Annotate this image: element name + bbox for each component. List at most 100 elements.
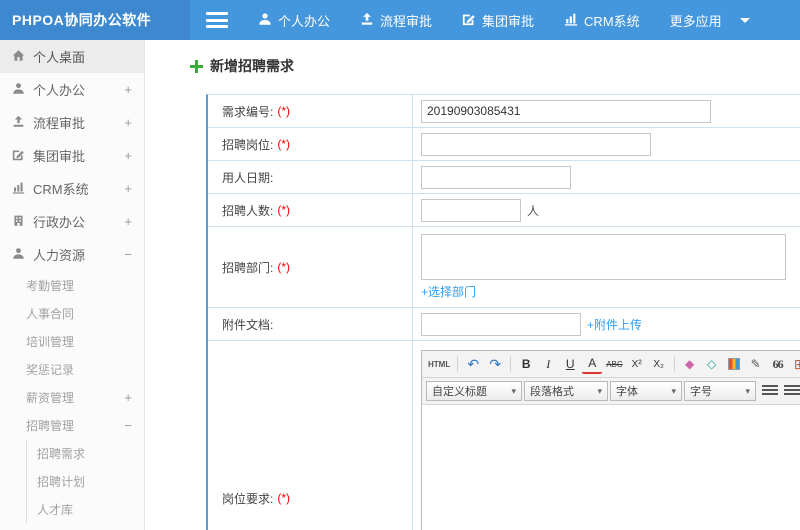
add-icon (190, 59, 203, 73)
sidebar-item-crm-system[interactable]: CRM系统 + (0, 172, 144, 205)
form-row-position: 招聘岗位: (*) (208, 128, 800, 161)
font-size-select[interactable]: 字号 (684, 381, 756, 401)
subitem-label: 考勤管理 (26, 278, 75, 293)
sidebar-subitem-recruitment[interactable]: 招聘管理 − (0, 411, 144, 439)
html-source-button[interactable]: HTML (426, 354, 452, 374)
insert-table-button[interactable]: ⊞ (790, 354, 800, 374)
subscript-button[interactable]: X₂ (649, 354, 669, 374)
expand-toggle[interactable]: + (124, 390, 132, 405)
field-label: 招聘人数: (*) (208, 194, 413, 226)
sidebar-subitem-attendance[interactable]: 考勤管理 (0, 271, 144, 299)
field-label: 附件文档: (208, 308, 413, 340)
blockquote-button[interactable]: 66 (768, 354, 788, 374)
nav-label: 更多应用 (669, 13, 722, 29)
sidebar-item-personal-office[interactable]: 个人办公 + (0, 73, 144, 106)
format-brush-button[interactable]: ◇ (702, 354, 722, 374)
chevron-down-icon (739, 17, 750, 23)
top-header: PHPOA协同办公软件 个人办公 流程审批 集团审批 CRM系统 更多应用 (0, 0, 800, 40)
subitem-label: 招聘需求 (37, 446, 86, 461)
sidebar: 个人桌面 个人办公 + 流程审批 + 集团审批 + CRM系统 + 行政办公 +… (0, 40, 145, 530)
nav-workflow-approval[interactable]: 流程审批 (360, 11, 432, 30)
font-family-select[interactable]: 字体 (610, 381, 682, 401)
editor-toolbar-row2: 自定义标题 段落格式 字体 字号 (422, 378, 800, 405)
attachment-upload-link[interactable]: +附件上传 (587, 316, 642, 333)
subitem-label: 人才库 (37, 502, 74, 517)
italic-button[interactable]: I (538, 354, 558, 374)
nav-crm-system[interactable]: CRM系统 (564, 11, 640, 30)
editor-toolbar-row1: HTML ↶ ↷ B I U A ABC X² X₂ ◆ ◇ ✎ 66 ⊞ (422, 351, 800, 378)
superscript-button[interactable]: X² (627, 354, 647, 374)
expand-toggle[interactable]: + (124, 82, 132, 97)
headcount-input[interactable] (421, 198, 521, 222)
expand-toggle[interactable]: + (124, 115, 132, 130)
bar-chart-icon (12, 181, 25, 197)
bold-button[interactable]: B (516, 354, 536, 374)
sidebar-item-group-approval[interactable]: 集团审批 + (0, 139, 144, 172)
subitem-label: 招聘计划 (37, 474, 86, 489)
demand-no-input[interactable] (421, 99, 711, 123)
custom-heading-select[interactable]: 自定义标题 (426, 381, 522, 401)
person-icon (12, 247, 25, 263)
edit-icon (462, 12, 476, 29)
pen-button[interactable]: ✎ (746, 354, 766, 374)
sidebar-subitem-recruit-demand[interactable]: 招聘需求 (27, 439, 144, 467)
field-label: 需求编号: (*) (208, 95, 413, 127)
position-input[interactable] (421, 132, 651, 156)
sidebar-subitem-salary[interactable]: 薪资管理 + (0, 383, 144, 411)
form-row-headcount: 招聘人数: (*) 人 (208, 194, 800, 227)
hire-date-input[interactable] (421, 165, 571, 189)
nav-more-apps[interactable]: 更多应用 (670, 11, 750, 30)
expand-toggle[interactable]: + (124, 181, 132, 196)
subitem-label: 培训管理 (26, 334, 75, 349)
underline-button[interactable]: U (560, 354, 580, 374)
field-label: 招聘岗位: (*) (208, 128, 413, 160)
sidebar-item-personal-desktop[interactable]: 个人桌面 (0, 40, 144, 73)
nav-personal-office[interactable]: 个人办公 (258, 11, 330, 30)
required-mark: (*) (277, 203, 291, 217)
paragraph-format-select[interactable]: 段落格式 (524, 381, 608, 401)
undo-button[interactable]: ↶ (463, 354, 483, 374)
palette-button[interactable] (724, 354, 744, 374)
subitem-label: 招聘管理 (26, 418, 75, 433)
sidebar-subitem-rewards[interactable]: 奖惩记录 (0, 355, 144, 383)
redo-button[interactable]: ↷ (485, 354, 505, 374)
sidebar-item-human-resources[interactable]: 人力资源 − (0, 238, 144, 271)
sidebar-subitem-talent-pool[interactable]: 人才库 (27, 495, 144, 523)
menu-icon[interactable] (206, 12, 228, 28)
attachment-input[interactable] (421, 312, 581, 336)
department-textarea[interactable] (421, 234, 786, 280)
bar-chart-icon (564, 12, 578, 29)
top-nav: 个人办公 流程审批 集团审批 CRM系统 更多应用 (258, 11, 750, 30)
field-label: 岗位要求: (*) (208, 341, 413, 530)
subitem-label: 人事合同 (26, 306, 75, 321)
app-logo[interactable]: PHPOA协同办公软件 (0, 0, 190, 40)
remove-format-button[interactable]: ◆ (680, 354, 700, 374)
expand-toggle[interactable]: + (124, 214, 132, 229)
nav-group-approval[interactable]: 集团审批 (462, 11, 534, 30)
form-row-demand-no: 需求编号: (*) (208, 95, 800, 128)
align-center-button[interactable] (784, 385, 800, 397)
upload-icon (360, 12, 374, 29)
user-icon (12, 82, 25, 98)
editor-content-area[interactable] (422, 405, 800, 530)
select-department-link[interactable]: +选择部门 (421, 283, 476, 300)
sidebar-item-label: 个人办公 (33, 83, 86, 98)
collapse-toggle[interactable]: − (124, 247, 132, 262)
building-icon (12, 214, 25, 230)
collapse-toggle[interactable]: − (124, 418, 132, 433)
expand-toggle[interactable]: + (124, 148, 132, 163)
required-mark: (*) (277, 491, 291, 505)
nav-label: CRM系统 (584, 13, 640, 29)
strikethrough-button[interactable]: ABC (604, 354, 624, 374)
sidebar-item-workflow-approval[interactable]: 流程审批 + (0, 106, 144, 139)
subitem-label: 奖惩记录 (26, 362, 75, 377)
sidebar-item-administration[interactable]: 行政办公 + (0, 205, 144, 238)
required-mark: (*) (277, 137, 291, 151)
sidebar-subitem-recruit-plan[interactable]: 招聘计划 (27, 467, 144, 495)
sidebar-subitem-hr-contract[interactable]: 人事合同 (0, 299, 144, 327)
align-left-button[interactable] (762, 385, 778, 397)
page-title: 新增招聘需求 (190, 56, 800, 76)
main-content: 新增招聘需求 需求编号: (*) 招聘岗位: (*) 用人日期: (146, 40, 800, 530)
font-color-button[interactable]: A (582, 354, 603, 374)
sidebar-subitem-training[interactable]: 培训管理 (0, 327, 144, 355)
